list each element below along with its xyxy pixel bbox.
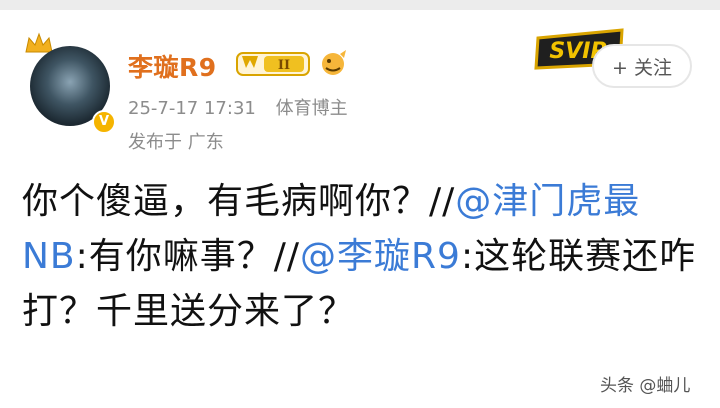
follow-button[interactable]: + 关注 (592, 44, 692, 88)
post-body: 你个傻逼，有毛病啊你？//@津门虎最NB:有你嘛事？//@李璇R9:这轮联赛还咋… (22, 174, 702, 339)
top-divider-strip (0, 0, 720, 10)
avatar-container[interactable]: V (22, 32, 116, 134)
level-badge-icon: II (236, 52, 310, 76)
level-badge-text: II (278, 58, 290, 73)
user-tag: 体育博主 (275, 98, 348, 119)
post-text-segment: 你个傻逼，有毛病啊你？// (22, 181, 456, 222)
user-name[interactable]: 李璇R9 (128, 48, 217, 84)
post-meta: 25-7-17 17:31 体育博主 (128, 94, 348, 120)
watermark: 头条 @蛐儿 (600, 376, 691, 396)
vip-badge: V (92, 110, 116, 134)
fish-icon (322, 50, 346, 75)
mention-link[interactable]: @李璇R9 (300, 236, 461, 277)
post-text-segment: :有你嘛事？// (75, 236, 301, 277)
post-time: 25-7-17 17:31 (128, 98, 256, 119)
post-location: 发布于 广东 (128, 132, 224, 153)
